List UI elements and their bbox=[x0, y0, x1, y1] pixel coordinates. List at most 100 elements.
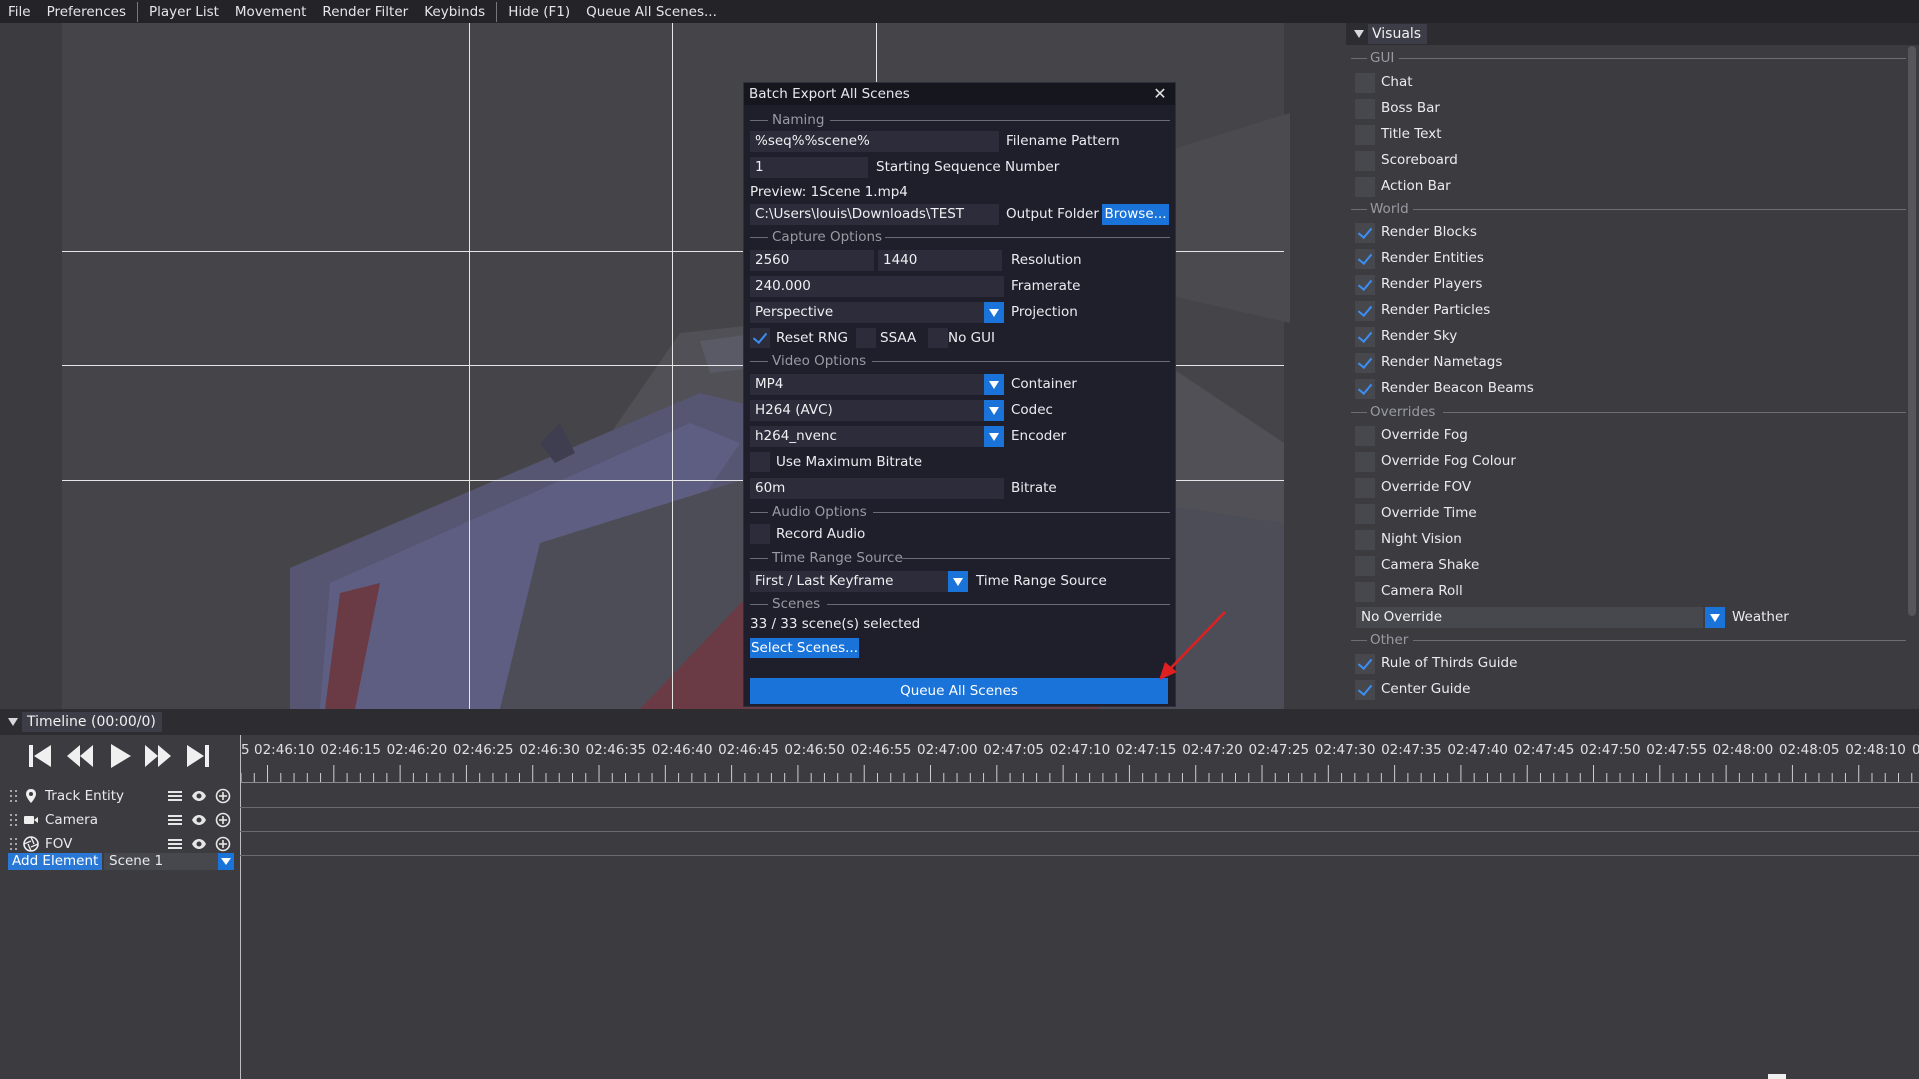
menu-player-list[interactable]: Player List bbox=[141, 4, 227, 20]
checkbox[interactable] bbox=[1355, 275, 1375, 295]
checkbox[interactable] bbox=[1355, 249, 1375, 269]
chevron-down-icon[interactable] bbox=[218, 853, 234, 870]
chevron-down-icon[interactable] bbox=[1705, 607, 1725, 628]
menu-icon[interactable] bbox=[167, 836, 183, 852]
bitrate-input[interactable]: 60m bbox=[750, 478, 1004, 499]
ssaa-checkbox[interactable] bbox=[856, 328, 876, 348]
fast-forward-icon[interactable] bbox=[143, 741, 173, 771]
encoder-select[interactable]: h264_nvenc bbox=[750, 426, 984, 447]
browse-button[interactable]: Browse... bbox=[1102, 204, 1169, 225]
visuals-scrollbar[interactable] bbox=[1908, 46, 1916, 616]
checkbox[interactable] bbox=[1355, 177, 1375, 197]
collapse-triangle-icon[interactable] bbox=[8, 718, 18, 726]
menu-preferences[interactable]: Preferences bbox=[39, 4, 134, 20]
checkbox[interactable] bbox=[1355, 125, 1375, 145]
menu-keybinds[interactable]: Keybinds bbox=[416, 4, 493, 20]
menu-render-filter[interactable]: Render Filter bbox=[314, 4, 416, 20]
timeline-header[interactable]: Timeline (00:00/0) bbox=[0, 709, 1919, 735]
drag-handle-icon[interactable] bbox=[10, 790, 18, 804]
resolution-height-input[interactable]: 1440 bbox=[878, 250, 1002, 271]
tick-label: 02:47:20 bbox=[1182, 742, 1243, 758]
starting-sequence-input[interactable]: 1 bbox=[750, 157, 868, 178]
weather-select[interactable]: No Override bbox=[1356, 607, 1703, 628]
close-icon[interactable]: ✕ bbox=[1151, 84, 1169, 104]
menu-queue-all-scenes[interactable]: Queue All Scenes... bbox=[578, 4, 725, 20]
codec-select[interactable]: H264 (AVC) bbox=[750, 400, 984, 421]
chevron-down-icon[interactable] bbox=[984, 400, 1004, 421]
menu-icon[interactable] bbox=[167, 812, 183, 828]
checkbox[interactable] bbox=[1355, 73, 1375, 93]
checkbox[interactable] bbox=[1355, 582, 1375, 602]
checkbox[interactable] bbox=[1355, 327, 1375, 347]
drag-handle-icon[interactable] bbox=[10, 814, 18, 828]
chevron-down-icon[interactable] bbox=[984, 426, 1004, 447]
batch-export-dialog: Batch Export All Scenes ✕ Naming %seq%%s… bbox=[743, 82, 1176, 707]
collapse-triangle-icon[interactable] bbox=[1354, 30, 1364, 38]
add-circle-icon[interactable] bbox=[215, 812, 231, 828]
codec-label: Codec bbox=[1011, 402, 1053, 418]
dialog-title-bar[interactable]: Batch Export All Scenes ✕ bbox=[744, 83, 1175, 105]
track-row[interactable]: Track Entity bbox=[0, 785, 1919, 808]
projection-select[interactable]: Perspective bbox=[750, 302, 984, 323]
checkbox[interactable] bbox=[1355, 654, 1375, 674]
select-scenes-button[interactable]: Select Scenes... bbox=[750, 638, 859, 658]
menu-separator bbox=[137, 1, 138, 22]
menu-movement[interactable]: Movement bbox=[227, 4, 315, 20]
reset-rng-checkbox[interactable] bbox=[750, 328, 770, 348]
record-audio-checkbox[interactable] bbox=[750, 524, 770, 544]
filename-pattern-input[interactable]: %seq%%scene% bbox=[750, 131, 999, 152]
dialog-title: Batch Export All Scenes bbox=[749, 86, 910, 102]
no-gui-checkbox[interactable] bbox=[928, 328, 948, 348]
checkbox[interactable] bbox=[1355, 504, 1375, 524]
container-select[interactable]: MP4 bbox=[750, 374, 984, 395]
timeline-tab[interactable]: Timeline (00:00/0) bbox=[22, 712, 162, 732]
checkbox[interactable] bbox=[1355, 556, 1375, 576]
rewind-icon[interactable] bbox=[65, 741, 95, 771]
use-max-bitrate-checkbox[interactable] bbox=[750, 452, 770, 472]
menu-hide[interactable]: Hide (F1) bbox=[500, 4, 578, 20]
filename-preview: Preview: 1Scene 1.mp4 bbox=[750, 184, 908, 200]
output-folder-label: Output Folder bbox=[1006, 206, 1099, 222]
track-row[interactable]: FOV bbox=[0, 833, 1919, 856]
drag-handle-icon[interactable] bbox=[10, 838, 18, 852]
chevron-down-icon[interactable] bbox=[984, 374, 1004, 395]
queue-all-scenes-button[interactable]: Queue All Scenes bbox=[750, 678, 1168, 704]
checkbox[interactable] bbox=[1355, 452, 1375, 472]
checkbox[interactable] bbox=[1355, 301, 1375, 321]
checkbox[interactable] bbox=[1355, 99, 1375, 119]
starting-sequence-label: Starting Sequence Number bbox=[876, 159, 1060, 175]
checkbox[interactable] bbox=[1355, 530, 1375, 550]
checkbox[interactable] bbox=[1355, 223, 1375, 243]
checkbox[interactable] bbox=[1355, 151, 1375, 171]
framerate-input[interactable]: 240.000 bbox=[750, 276, 1004, 297]
resize-handle[interactable] bbox=[1768, 1074, 1786, 1079]
chevron-down-icon[interactable] bbox=[984, 302, 1004, 323]
menu-file[interactable]: File bbox=[0, 4, 39, 20]
timeline-ruler[interactable]: 5 02:46:10 02:46:15 02:46:20 02:46:25 02:46:… bbox=[241, 735, 1919, 783]
add-circle-icon[interactable] bbox=[215, 788, 231, 804]
skip-to-end-icon[interactable] bbox=[183, 741, 213, 771]
checkbox[interactable] bbox=[1355, 680, 1375, 700]
eye-icon[interactable] bbox=[191, 788, 207, 804]
checkbox[interactable] bbox=[1355, 353, 1375, 373]
skip-to-start-icon[interactable] bbox=[25, 741, 55, 771]
time-range-select[interactable]: First / Last Keyframe bbox=[750, 571, 948, 592]
eye-icon[interactable] bbox=[191, 812, 207, 828]
add-circle-icon[interactable] bbox=[215, 836, 231, 852]
checkbox[interactable] bbox=[1355, 426, 1375, 446]
track-separator bbox=[240, 855, 1919, 856]
checkbox[interactable] bbox=[1355, 478, 1375, 498]
chevron-down-icon[interactable] bbox=[948, 571, 968, 592]
scene-select[interactable]: Scene 1 bbox=[104, 853, 234, 870]
visuals-tab[interactable]: Visuals bbox=[1368, 24, 1428, 44]
checkbox[interactable] bbox=[1355, 379, 1375, 399]
eye-icon[interactable] bbox=[191, 836, 207, 852]
visuals-panel-header[interactable]: Visuals bbox=[1346, 23, 1919, 45]
track-row[interactable]: Camera bbox=[0, 809, 1919, 832]
add-element-button[interactable]: Add Element bbox=[8, 853, 103, 870]
menu-icon[interactable] bbox=[167, 788, 183, 804]
output-folder-input[interactable]: C:\Users\louis\Downloads\TEST bbox=[750, 204, 999, 225]
tick-label: 02:46:20 bbox=[386, 742, 448, 758]
resolution-width-input[interactable]: 2560 bbox=[750, 250, 874, 271]
play-icon[interactable] bbox=[105, 741, 135, 771]
